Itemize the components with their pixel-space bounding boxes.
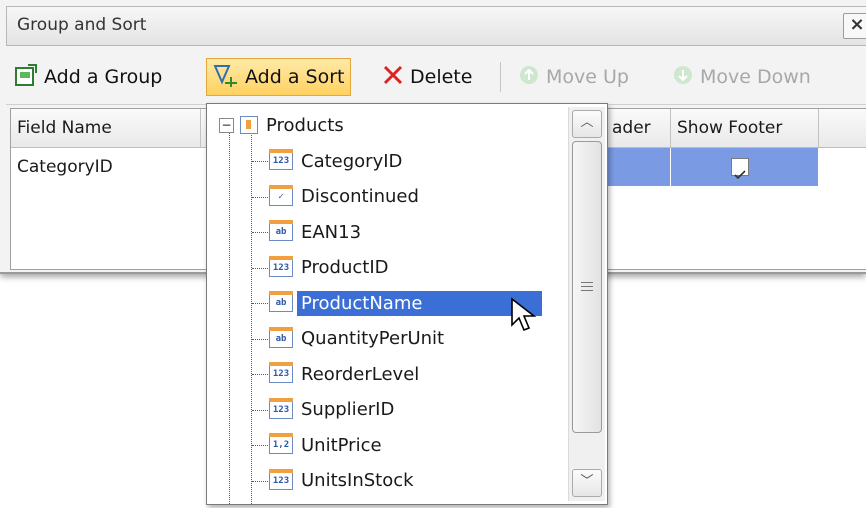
- field-list-item[interactable]: ab QuantityPerUnit: [269, 322, 448, 356]
- add-group-icon: [14, 63, 38, 92]
- show-footer-checkbox[interactable]: [731, 158, 749, 180]
- add-sort-label: Add a Sort: [245, 66, 345, 88]
- field-label: UnitsInStock: [301, 470, 414, 491]
- field-label: UnitPrice: [301, 434, 382, 456]
- add-group-label: Add a Group: [44, 66, 163, 88]
- field-type-icon: 123: [269, 397, 293, 419]
- field-list-item[interactable]: 123 ProductID: [269, 251, 393, 285]
- grip-line: [581, 290, 593, 291]
- toolbar: Add a Group Add a Sort Delete Move Up Mo…: [6, 52, 866, 105]
- field-label: Discontinued: [301, 186, 419, 207]
- dropdown-scrollbar[interactable]: ︿ ﹀: [568, 107, 605, 501]
- column-header-show-header[interactable]: ader: [606, 109, 671, 147]
- field-type-icon: ab: [269, 291, 293, 312]
- move-up-button[interactable]: Move Up: [512, 58, 635, 96]
- scroll-down-button[interactable]: ﹀: [572, 469, 602, 497]
- field-label: ProductID: [301, 257, 389, 278]
- field-label: EAN13: [301, 221, 362, 243]
- field-list-item[interactable]: 123 CategoryID: [269, 144, 406, 178]
- field-label: ProductName: [297, 290, 543, 316]
- scroll-up-button[interactable]: ︿: [572, 110, 602, 138]
- close-button[interactable]: ×: [843, 13, 866, 39]
- add-group-button[interactable]: Add a Group: [8, 58, 168, 96]
- tree-connector: [252, 409, 268, 411]
- mouse-pointer-icon: [510, 297, 540, 342]
- move-up-label: Move Up: [546, 66, 629, 88]
- field-type-icon: 123: [269, 149, 293, 170]
- scroll-thumb[interactable]: [572, 141, 602, 433]
- tree-connector: [229, 126, 230, 504]
- chevron-up-icon: ︿: [580, 115, 594, 130]
- close-icon: ×: [849, 14, 865, 35]
- field-list-item[interactable]: 1,2 UnitPrice: [269, 428, 386, 462]
- field-type-icon: ✓: [269, 184, 293, 206]
- tree-connector: [252, 196, 268, 198]
- field-list-item[interactable]: ab EAN13: [269, 215, 365, 249]
- checkmark-icon: [734, 170, 746, 180]
- move-up-icon: [518, 64, 540, 91]
- field-label: CategoryID: [301, 150, 403, 172]
- tree-connector: [251, 126, 252, 504]
- move-down-label: Move Down: [700, 66, 811, 88]
- add-sort-button[interactable]: Add a Sort: [206, 58, 352, 96]
- field-label: ReorderLevel: [301, 363, 420, 385]
- field-name-cell[interactable]: CategoryID: [11, 148, 201, 186]
- move-down-icon: [672, 64, 694, 91]
- grip-line: [581, 286, 593, 287]
- tree-connector: [252, 480, 268, 482]
- field-type-icon: 123: [269, 362, 293, 383]
- field-type-icon: 123: [269, 255, 293, 277]
- add-sort-icon: [213, 63, 239, 92]
- field-list-item[interactable]: ✓ Discontinued: [269, 180, 423, 214]
- field-list-item[interactable]: 123 UnitsInStock: [269, 464, 418, 498]
- field-label: QuantityPerUnit: [301, 328, 445, 349]
- tree-connector: [252, 338, 268, 340]
- field-list-item[interactable]: ab ProductName: [269, 286, 543, 320]
- delete-icon: [382, 64, 404, 91]
- tree-connector: [252, 267, 268, 269]
- column-header-field-name[interactable]: Field Name: [11, 109, 201, 147]
- grip-line: [581, 282, 593, 283]
- field-list-item[interactable]: 123 ReorderLevel: [269, 357, 423, 391]
- tree-root-products[interactable]: − Products: [219, 108, 348, 142]
- tree-connector: [252, 445, 268, 446]
- field-list-item[interactable]: 123 SupplierID: [269, 393, 398, 427]
- collapse-icon[interactable]: −: [219, 117, 234, 133]
- toolbar-separator: [500, 62, 501, 92]
- field-type-icon: 123: [269, 468, 293, 490]
- delete-label: Delete: [410, 66, 473, 88]
- field-list-dropdown: − Products 123 CategoryID ✓ Discontinued ab E…: [206, 103, 608, 505]
- tree-connector: [252, 161, 268, 162]
- chevron-down-icon: ﹀: [580, 474, 594, 489]
- tree-connector: [252, 232, 268, 233]
- tree-connector: [252, 303, 268, 304]
- show-footer-cell[interactable]: [671, 148, 819, 186]
- table-icon: [240, 116, 258, 134]
- column-header-show-footer[interactable]: Show Footer: [671, 109, 819, 147]
- tree-root-label: Products: [266, 114, 344, 136]
- window-title: Group and Sort: [17, 15, 147, 35]
- field-type-icon: ab: [269, 326, 293, 348]
- move-down-button[interactable]: Move Down: [666, 58, 817, 96]
- delete-button[interactable]: Delete: [376, 58, 478, 96]
- field-type-icon: 1,2: [269, 433, 293, 454]
- tree-connector: [252, 374, 268, 375]
- show-header-cell[interactable]: [606, 148, 671, 186]
- title-bar: Group and Sort ×: [6, 6, 866, 46]
- field-type-icon: ab: [269, 220, 293, 241]
- field-label: SupplierID: [301, 399, 395, 420]
